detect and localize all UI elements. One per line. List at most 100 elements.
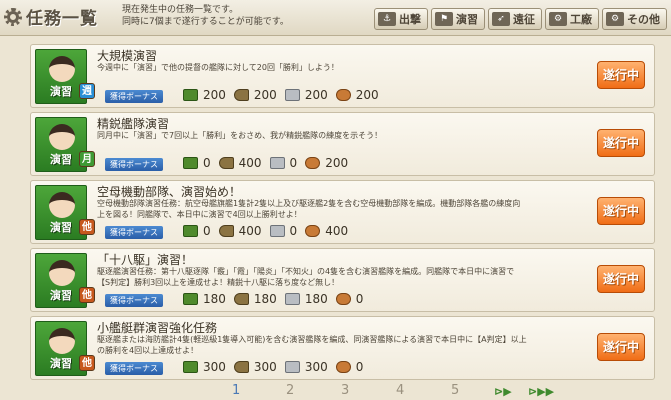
reward-ammo: 200 (233, 88, 277, 102)
steel-icon (269, 157, 285, 169)
reward-ammo-value: 180 (253, 292, 277, 306)
reward-ammo-value: 300 (253, 360, 277, 374)
bonus-label: 獲得ボーナス (105, 362, 163, 375)
quest-description: 今週中に「演習」で他の提督の艦隊に対して20回「勝利」しよう！ (97, 63, 339, 72)
ammo-icon (218, 225, 234, 237)
ammo-icon (233, 89, 249, 101)
reward-bauxite: 200 (305, 156, 348, 170)
tab-sortie[interactable]: ⚓ 出撃 (374, 8, 428, 30)
reward-fuel: 300 (183, 360, 226, 374)
reward-bauxite: 0 (335, 360, 364, 374)
fuel-icon (183, 361, 198, 373)
header-desc-line2: 同時に7個まで遂行することが可能です。 (122, 17, 289, 27)
reward-ammo: 300 (233, 360, 277, 374)
quest-description: 空母機動部隊演習任務：航空母艦旗艦1隻計2隻以上及び駆逐艦2隻を含む空母機動部隊… (97, 199, 521, 219)
reward-steel: 200 (284, 88, 328, 102)
ammo-icon (233, 293, 249, 305)
page-link[interactable]: 4 (396, 383, 404, 398)
reward-steel: 0 (269, 156, 298, 170)
reward-fuel: 0 (183, 224, 211, 238)
reward-fuel-value: 180 (203, 292, 226, 306)
secretary-portrait-icon (49, 56, 75, 82)
quest-item[interactable]: 演習 月 精鋭艦隊演習 同月中に「演習」で7回以上「勝利」をおさめ、我が精鋭艦隊… (30, 112, 655, 176)
page-link[interactable]: 3 (341, 383, 349, 398)
quest-frequency-badge: 他 (79, 219, 95, 235)
reward-ammo: 400 (218, 156, 262, 170)
tab-expedition[interactable]: ➶ 遠征 (488, 8, 542, 30)
bauxite-icon (335, 293, 351, 305)
reward-ammo-value: 400 (238, 156, 262, 170)
reward-fuel-value: 300 (203, 360, 226, 374)
quest-description: 同月中に「演習」で7回以上「勝利」をおさめ、我が精鋭艦隊の練度を示そう！ (97, 131, 383, 140)
secretary-portrait-icon (49, 260, 75, 286)
bonus-label: 獲得ボーナス (105, 294, 163, 307)
quest-status-button[interactable]: 遂行中 (597, 61, 645, 89)
quest-status-button[interactable]: 遂行中 (597, 129, 645, 157)
fuel-icon (183, 293, 198, 305)
bonus-label: 獲得ボーナス (105, 158, 163, 171)
quest-description: 駆逐艦演習任務：第十八駆逐隊「霰」「霞」「陽炎」「不知火」の4隻を含む演習艦隊を… (97, 267, 515, 287)
steel-icon (284, 293, 300, 305)
gear-icon (4, 7, 22, 26)
tab-expedition-label: 遠征 (513, 13, 535, 26)
pagination: 1 2 3 4 5 ⊳▶ ⊳▶▶ (0, 383, 671, 400)
reward-steel: 300 (284, 360, 328, 374)
page-link[interactable]: 1 (232, 383, 240, 398)
last-page-icon[interactable]: ⊳▶▶ (528, 386, 554, 398)
next-page-icon[interactable]: ⊳▶ (494, 386, 516, 398)
other-icon: ⚙ (606, 12, 624, 26)
quest-rewards: 0 400 0 400 (183, 224, 348, 238)
title-wrap: 任務一覧 (4, 4, 98, 29)
quest-frequency-badge: 他 (79, 355, 95, 371)
quest-frequency-badge: 他 (79, 287, 95, 303)
steel-icon (269, 225, 285, 237)
reward-ammo-value: 200 (253, 88, 277, 102)
reward-bauxite-value: 400 (325, 224, 349, 238)
sortie-icon: ⚓ (378, 12, 396, 26)
tab-other[interactable]: ⚙ その他 (602, 8, 667, 30)
ammo-icon (233, 361, 249, 373)
tab-exercise[interactable]: ⚑ 演習 (431, 8, 485, 30)
fuel-icon (183, 225, 198, 237)
expedition-icon: ➶ (492, 12, 510, 26)
quest-item[interactable]: 演習 他 小艦艇群演習強化任務 駆逐艦または海防艦計4隻(軽巡級1隻導入可能)を… (30, 316, 655, 380)
quest-status-button[interactable]: 遂行中 (597, 333, 645, 361)
quest-item[interactable]: 演習 週 大規模演習 今週中に「演習」で他の提督の艦隊に対して20回「勝利」しよ… (30, 44, 655, 108)
quest-status-button[interactable]: 遂行中 (597, 197, 645, 225)
ammo-icon (218, 157, 234, 169)
quest-rewards: 180 180 180 0 (183, 292, 363, 306)
steel-icon (284, 361, 300, 373)
quest-frequency-badge: 週 (79, 83, 95, 99)
reward-bauxite-value: 200 (325, 156, 349, 170)
tab-exercise-label: 演習 (456, 13, 478, 26)
fuel-icon (183, 89, 198, 101)
exercise-icon: ⚑ (435, 12, 453, 26)
secretary-portrait-icon (49, 124, 75, 150)
quest-item[interactable]: 演習 他 「十八駆」演習！ 駆逐艦演習任務：第十八駆逐隊「霰」「霞」「陽炎」「不… (30, 248, 655, 312)
tab-factory[interactable]: ⚙ 工廠 (545, 8, 599, 30)
steel-icon (284, 89, 300, 101)
page-link[interactable]: 5 (451, 383, 459, 398)
reward-steel-value: 0 (289, 156, 298, 170)
reward-ammo: 400 (218, 224, 262, 238)
quest-status-button[interactable]: 遂行中 (597, 265, 645, 293)
bauxite-icon (305, 225, 321, 237)
bonus-label: 獲得ボーナス (105, 90, 163, 103)
reward-bauxite-value: 0 (355, 360, 364, 374)
quest-item[interactable]: 演習 他 空母機動部隊、演習始め！ 空母機動部隊演習任務：航空母艦旗艦1隻計2隻… (30, 180, 655, 244)
reward-steel-value: 0 (289, 224, 298, 238)
quest-rewards: 0 400 0 200 (183, 156, 348, 170)
quest-rewards: 300 300 300 0 (183, 360, 363, 374)
reward-fuel-value: 0 (203, 224, 211, 238)
reward-steel-value: 300 (304, 360, 328, 374)
fuel-icon (183, 157, 198, 169)
reward-ammo-value: 400 (238, 224, 262, 238)
bauxite-icon (335, 361, 351, 373)
reward-steel: 180 (284, 292, 328, 306)
reward-fuel-value: 0 (203, 156, 211, 170)
secretary-portrait-icon (49, 192, 75, 218)
reward-fuel: 180 (183, 292, 226, 306)
quest-list: 演習 週 大規模演習 今週中に「演習」で他の提督の艦隊に対して20回「勝利」しよ… (30, 44, 655, 384)
reward-fuel: 0 (183, 156, 211, 170)
page-link[interactable]: 2 (286, 383, 294, 398)
